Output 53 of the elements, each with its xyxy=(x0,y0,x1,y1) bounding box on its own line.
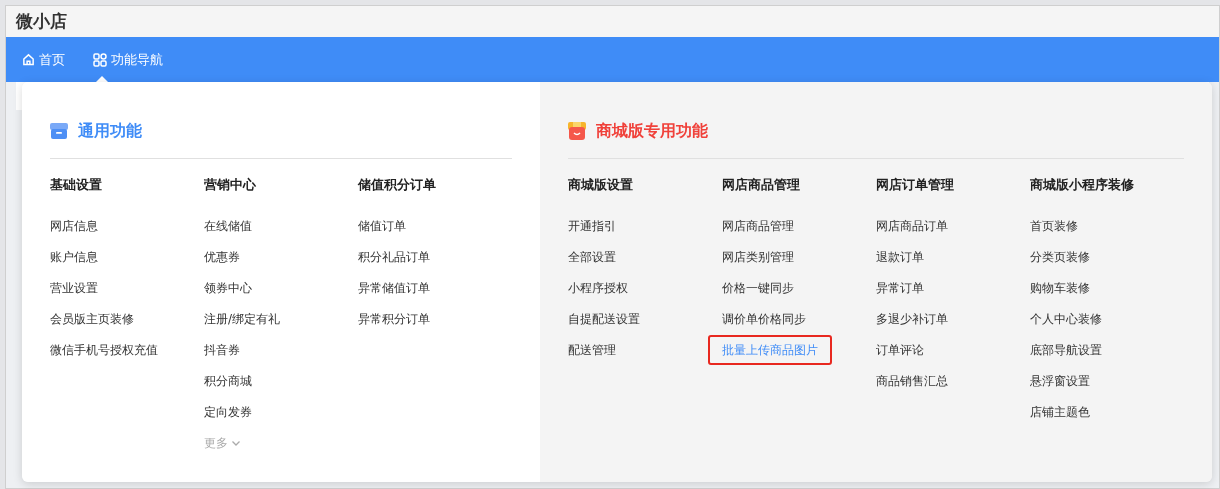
column-heading: 基础设置 xyxy=(50,176,103,194)
menu-link[interactable]: 开通指引 xyxy=(568,217,616,235)
menu-link[interactable]: 会员版主页装修 xyxy=(50,310,134,328)
menu-link[interactable]: 分类页装修 xyxy=(1030,248,1090,266)
menu-link[interactable]: 积分商城 xyxy=(204,372,252,390)
shopping-bag-icon xyxy=(568,122,586,140)
column-heading: 网店商品管理 xyxy=(722,176,801,194)
menu-link[interactable]: 悬浮窗设置 xyxy=(1030,372,1090,390)
menu-link[interactable]: 自提配送设置 xyxy=(568,310,640,328)
menu-link[interactable]: 订单评论 xyxy=(876,341,924,359)
menu-link[interactable]: 底部导航设置 xyxy=(1030,341,1102,359)
section-title: 商城版专用功能 xyxy=(596,120,708,142)
menu-link[interactable]: 微信手机号授权充值 xyxy=(50,341,158,359)
column-heading: 储值积分订单 xyxy=(358,176,437,194)
menu-link[interactable]: 配送管理 xyxy=(568,341,616,359)
menu-link[interactable]: 首页装修 xyxy=(1030,217,1078,235)
menu-link[interactable]: 营业设置 xyxy=(50,279,98,297)
column-heading: 网店订单管理 xyxy=(876,176,955,194)
grid-icon xyxy=(93,52,107,67)
menu-link[interactable]: 网店信息 xyxy=(50,217,98,235)
column-heading: 营销中心 xyxy=(204,176,257,194)
home-icon xyxy=(22,53,35,66)
column-heading: 商城版小程序装修 xyxy=(1030,176,1135,194)
column-heading: 商城版设置 xyxy=(568,176,634,194)
menu-link[interactable]: 在线储值 xyxy=(204,217,252,235)
menu-link[interactable]: 领券中心 xyxy=(204,279,252,297)
menu-link[interactable]: 购物车装修 xyxy=(1030,279,1090,297)
menu-link[interactable]: 调价单价格同步 xyxy=(722,310,806,328)
menu-link[interactable]: 异常订单 xyxy=(876,279,924,297)
menu-link[interactable]: 异常积分订单 xyxy=(358,310,430,328)
menu-link[interactable]: 网店商品管理 xyxy=(722,217,794,235)
menu-link[interactable]: 定向发券 xyxy=(204,403,252,421)
menu-link[interactable]: 注册/绑定有礼 xyxy=(204,310,281,328)
menu-link[interactable]: 小程序授权 xyxy=(568,279,628,297)
store-icon xyxy=(50,122,68,140)
menu-link[interactable]: 全部设置 xyxy=(568,248,616,266)
menu-link[interactable]: 积分礼品订单 xyxy=(358,248,430,266)
menu-link[interactable]: 网店商品订单 xyxy=(876,217,948,235)
menu-link[interactable]: 优惠券 xyxy=(204,248,240,266)
menu-link[interactable]: 储值订单 xyxy=(358,217,406,235)
menu-link[interactable]: 多退少补订单 xyxy=(876,310,948,328)
menu-link[interactable]: 价格一键同步 xyxy=(722,279,794,297)
menu-link[interactable]: 店铺主题色 xyxy=(1030,403,1090,421)
menu-link[interactable]: 退款订单 xyxy=(876,248,924,266)
menu-link[interactable]: 账户信息 xyxy=(50,248,98,266)
menu-link[interactable]: 商品销售汇总 xyxy=(876,372,948,390)
window-title: 微小店 xyxy=(16,9,67,33)
menu-link[interactable]: 网店类别管理 xyxy=(722,248,794,266)
chevron-down-icon xyxy=(231,438,241,448)
menu-link[interactable]: 异常储值订单 xyxy=(358,279,430,297)
section-title: 通用功能 xyxy=(78,120,142,142)
menu-link[interactable]: 抖音券 xyxy=(204,341,240,359)
menu-link[interactable]: 个人中心装修 xyxy=(1030,310,1102,328)
